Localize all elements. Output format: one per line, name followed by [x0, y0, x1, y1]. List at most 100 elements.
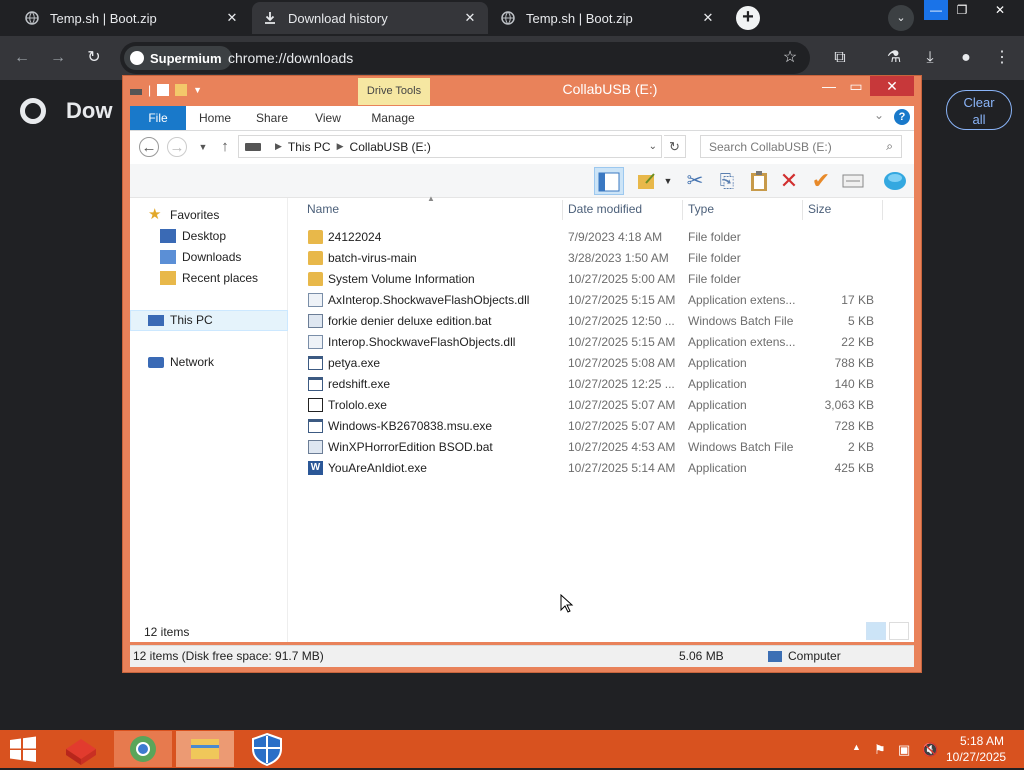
column-divider[interactable]	[882, 200, 883, 220]
help-icon[interactable]: ?	[894, 109, 910, 125]
show-hidden-icons-icon[interactable]: ▲	[852, 742, 861, 752]
site-chip[interactable]: Supermium	[124, 46, 232, 70]
details-view-icon[interactable]	[866, 622, 886, 640]
taskbar-app-defender-icon[interactable]	[238, 731, 296, 767]
reload-icon[interactable]: ↻	[82, 46, 106, 70]
expand-ribbon-icon[interactable]: ⌄	[874, 108, 884, 122]
file-row[interactable]: WinXPHorrorEdition BSOD.bat 10/27/2025 4:…	[306, 437, 886, 458]
tab-close-icon[interactable]: ✕	[700, 10, 716, 26]
breadcrumb-chevron-icon[interactable]: ▶	[275, 141, 282, 152]
column-type[interactable]: Type	[688, 202, 714, 216]
file-row[interactable]: batch-virus-main 3/28/2023 1:50 AM File fo…	[306, 248, 886, 269]
tab-share[interactable]: Share	[250, 106, 294, 130]
start-button[interactable]	[8, 735, 38, 763]
clear-all-button[interactable]: Clear all	[946, 90, 1012, 130]
column-size[interactable]: Size	[808, 202, 831, 216]
taskbar-app-package-icon[interactable]	[52, 731, 110, 767]
downloads-icon[interactable]: ⤓	[918, 46, 942, 70]
extensions-icon[interactable]: ⧉	[828, 46, 852, 70]
address-dropdown-icon[interactable]: ⌄	[649, 141, 657, 152]
volume-muted-icon[interactable]: 🔇	[922, 742, 938, 758]
back-icon[interactable]: ←	[139, 137, 159, 157]
tab-home[interactable]: Home	[192, 106, 238, 130]
customize-qat-icon[interactable]: ▼	[193, 85, 202, 95]
folder-options-icon[interactable]	[632, 167, 662, 195]
breadcrumb-chevron-icon[interactable]: ▶	[337, 141, 344, 152]
taskbar-clock[interactable]: 5:18 AM 10/27/2025	[946, 733, 1006, 765]
nav-this-pc[interactable]: This PC	[148, 310, 213, 330]
new-tab-button[interactable]: +	[736, 6, 760, 30]
file-type: Application	[688, 419, 747, 433]
column-divider[interactable]	[802, 200, 803, 220]
tab-file[interactable]: File	[130, 106, 186, 130]
options-dropdown-icon[interactable]: ▼	[660, 167, 676, 195]
tab-manage[interactable]: Manage	[364, 106, 422, 130]
properties-icon[interactable]	[838, 167, 868, 195]
tab-close-icon[interactable]: ✕	[224, 10, 240, 26]
labs-icon[interactable]: ⚗	[882, 46, 906, 70]
breadcrumb-this-pc[interactable]: This PC	[288, 140, 331, 154]
tab-close-icon[interactable]: ✕	[462, 10, 478, 26]
file-name: Windows-KB2670838.msu.exe	[328, 419, 493, 433]
nav-downloads[interactable]: Downloads	[160, 247, 241, 267]
drive-icon[interactable]	[130, 89, 142, 95]
column-divider[interactable]	[682, 200, 683, 220]
url-text[interactable]: chrome://downloads	[228, 50, 353, 66]
menu-icon[interactable]: ⋮	[990, 46, 1014, 70]
file-row[interactable]: AxInterop.ShockwaveFlashObjects.dll 10/27…	[306, 290, 886, 311]
explorer-minimize-button[interactable]: —	[816, 76, 842, 96]
browser-tab-active[interactable]: Download history ✕	[252, 2, 488, 34]
forward-icon[interactable]: →	[167, 137, 187, 157]
copy-icon[interactable]: ⎘	[712, 167, 742, 195]
profile-icon[interactable]: ●	[954, 46, 978, 70]
close-window-button[interactable]: ✕	[980, 0, 1020, 20]
browser-tab[interactable]: Temp.sh | Boot.zip ✕	[490, 2, 726, 34]
recent-locations-icon[interactable]: ▼	[193, 137, 213, 157]
taskbar-app-file-explorer-icon[interactable]	[176, 731, 234, 767]
restore-button[interactable]: ❐	[950, 0, 974, 20]
file-row[interactable]: 24122024 7/9/2023 4:18 AM File folder	[306, 227, 886, 248]
taskbar-app-chrome-icon[interactable]	[114, 731, 172, 767]
refresh-icon[interactable]: ↻	[664, 135, 686, 158]
nav-network[interactable]: Network	[148, 352, 214, 372]
browser-tab[interactable]: Temp.sh | Boot.zip ✕	[14, 2, 250, 34]
explorer-close-button[interactable]: ✕	[870, 76, 914, 96]
preview-pane-icon[interactable]	[594, 167, 624, 195]
properties-icon[interactable]	[157, 84, 170, 96]
file-row[interactable]: petya.exe 10/27/2025 5:08 AM Application 78…	[306, 353, 886, 374]
explorer-maximize-button[interactable]: ▭	[843, 76, 869, 96]
minimize-button[interactable]: —	[924, 0, 948, 20]
rename-check-icon[interactable]: ✔	[806, 167, 836, 195]
column-date[interactable]: Date modified	[568, 202, 642, 216]
address-field[interactable]: ▶ This PC ▶ CollabUSB (E:) ⌄	[238, 135, 662, 158]
breadcrumb-collabusb[interactable]: CollabUSB (E:)	[350, 140, 431, 154]
column-divider[interactable]	[562, 200, 563, 220]
nav-favorites-label: Favorites	[170, 208, 220, 222]
network-globe-icon[interactable]	[880, 167, 910, 195]
nav-favorites[interactable]: ★ Favorites	[148, 205, 219, 225]
tab-view[interactable]: View	[308, 106, 348, 130]
action-center-flag-icon[interactable]: ⚑	[874, 742, 886, 758]
up-icon[interactable]: ↑	[215, 137, 235, 157]
nav-desktop[interactable]: Desktop	[160, 226, 226, 246]
file-row[interactable]: forkie denier deluxe edition.bat 10/27/20…	[306, 311, 886, 332]
file-row[interactable]: W YouAreAnIdiot.exe 10/27/2025 5:14 AM Appl…	[306, 458, 886, 479]
bookmark-star-icon[interactable]: ☆	[778, 46, 802, 70]
new-folder-icon[interactable]	[175, 84, 188, 96]
cut-icon[interactable]: ✂	[680, 167, 710, 195]
tab-search-button[interactable]: ⌄	[888, 5, 914, 31]
delete-icon[interactable]: ✕	[774, 167, 804, 195]
paste-icon[interactable]	[744, 167, 774, 195]
file-row[interactable]: Interop.ShockwaveFlashObjects.dll 10/27/2…	[306, 332, 886, 353]
network-tray-icon[interactable]: ▣	[898, 742, 910, 758]
file-row[interactable]: Windows-KB2670838.msu.exe 10/27/2025 5:07…	[306, 416, 886, 437]
file-row[interactable]: System Volume Information 10/27/2025 5:00…	[306, 269, 886, 290]
forward-icon[interactable]: →	[46, 46, 70, 70]
back-icon[interactable]: ←	[10, 46, 34, 70]
file-row[interactable]: Trololo.exe 10/27/2025 5:07 AM Application…	[306, 395, 886, 416]
file-row[interactable]: redshift.exe 10/27/2025 12:25 ... Applicat…	[306, 374, 886, 395]
nav-recent-places[interactable]: Recent places	[160, 268, 258, 288]
large-icons-view-icon[interactable]	[889, 622, 909, 640]
column-name[interactable]: Name	[307, 202, 339, 216]
search-input[interactable]: Search CollabUSB (E:) ⌕	[700, 135, 902, 158]
